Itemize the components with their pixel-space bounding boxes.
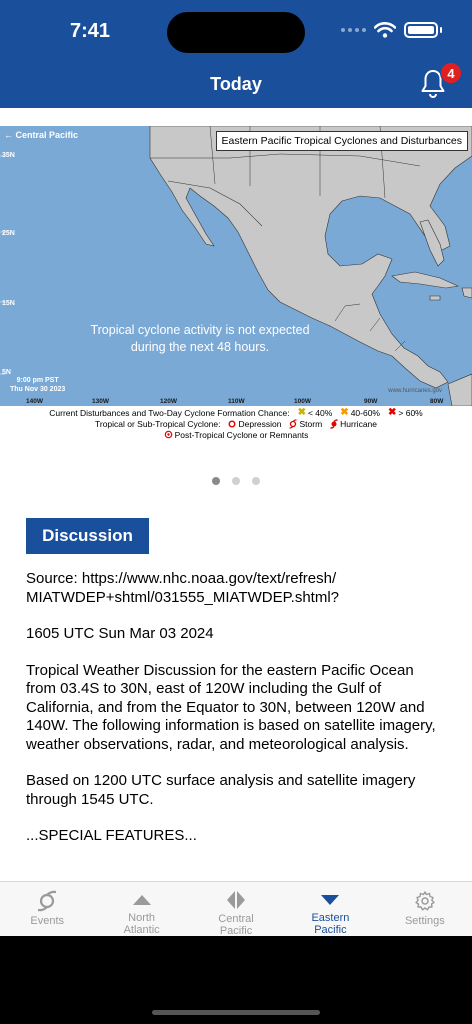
map-title: Eastern Pacific Tropical Cyclones and Di… [215, 131, 468, 151]
map-land-outline [0, 126, 472, 406]
map-message-line: during the next 48 hours. [130, 340, 270, 354]
tab-north-atlantic[interactable]: North Atlantic [94, 882, 188, 936]
tab-label: Central Pacific [218, 913, 254, 936]
map-time-line: 9:00 pm PST [16, 377, 59, 384]
legend-medium-label: 40-60% [350, 407, 380, 418]
map-legend: Current Disturbances and Two-Day Cyclone… [0, 407, 472, 440]
legend-high: ✖ > 60% [388, 407, 423, 418]
page-indicator[interactable] [0, 477, 472, 485]
legend-hurricane-label: Hurricane [340, 418, 378, 429]
map-timestamp: 9:00 pm PST Thu Nov 30 2023 [10, 376, 65, 394]
lon-label: 110W [228, 398, 245, 405]
page-title: Today [210, 74, 262, 94]
discussion-paragraph: 1605 UTC Sun Mar 03 2024 [26, 625, 214, 642]
lon-label: 140W [26, 398, 43, 405]
battery-icon [404, 22, 438, 38]
battery-nub [440, 27, 442, 33]
cellular-signal-icon [341, 28, 366, 32]
lat-label: 35N [2, 152, 15, 159]
app-screen: 7:41 Today 4 ← Central Pacific Eastern P… [0, 0, 472, 936]
lon-label: 80W [430, 398, 444, 405]
discussion-paragraph: Source: https://www.nhc.noaa.gov/text/re… [26, 570, 340, 606]
header: 7:41 Today 4 [0, 0, 472, 108]
legend-row-disturbances: Current Disturbances and Two-Day Cyclone… [0, 407, 472, 418]
tab-label: Eastern Pacific [311, 912, 350, 936]
page-dot-active[interactable] [212, 477, 220, 485]
lat-label: 15N [2, 300, 15, 307]
hurricane-icon [330, 418, 338, 429]
tab-label: Events [30, 915, 65, 927]
legend-row-cyclones: Tropical or Sub-Tropical Cyclone: Depres… [0, 418, 472, 429]
discussion-paragraph: Based on 1200 UTC surface analysis and s… [26, 772, 416, 808]
diamond-split-icon [226, 890, 246, 910]
legend-label: Current Disturbances and Two-Day Cyclone… [49, 407, 290, 418]
legend-medium: ✖ 40-60% [340, 407, 380, 418]
map-region-link[interactable]: ← Central Pacific [4, 130, 78, 140]
legend-storm: Storm [289, 419, 322, 429]
legend-low-label: < 40% [307, 407, 333, 418]
legend-high-label: > 60% [398, 407, 423, 418]
legend-label: Tropical or Sub-Tropical Cyclone: [94, 418, 221, 429]
discussion-paragraph: ...SPECIAL FEATURES... [26, 827, 197, 844]
tab-label: Settings [404, 915, 445, 927]
tab-events[interactable]: Events [0, 882, 94, 936]
lon-label: 120W [160, 398, 177, 405]
page-dot[interactable] [252, 477, 260, 485]
cyclone-map[interactable]: ← Central Pacific Eastern Pacific Tropic… [0, 126, 472, 406]
legend-depression-label: Depression [238, 418, 282, 429]
status-icons [341, 22, 442, 38]
lon-label: 90W [364, 398, 378, 405]
map-message-line: Tropical cyclone activity is not expecte… [90, 323, 310, 337]
home-indicator[interactable] [152, 1010, 320, 1015]
lat-label: 5N [2, 369, 11, 376]
tab-label: North Atlantic [123, 912, 160, 936]
map-date-line: Thu Nov 30 2023 [10, 386, 66, 393]
status-time: 7:41 [70, 20, 111, 42]
legend-row-post-tropical: Post-Tropical Cyclone or Remnants [0, 429, 472, 440]
tab-eastern-pacific[interactable]: Eastern Pacific [283, 882, 377, 936]
post-tropical-icon [164, 430, 172, 439]
gear-icon [414, 890, 436, 912]
legend-post-tropical: Post-Tropical Cyclone or Remnants [164, 429, 309, 440]
lon-label: 100W [294, 398, 311, 405]
legend-depression: Depression [228, 419, 281, 429]
lat-label: 25N [2, 230, 15, 237]
orange-x-icon: ✖ [340, 407, 349, 418]
triangle-up-icon [132, 890, 152, 909]
tab-settings[interactable]: Settings [378, 882, 472, 936]
legend-post-tropical-label: Post-Tropical Cyclone or Remnants [174, 429, 309, 440]
notification-badge[interactable]: 4 [440, 62, 462, 84]
depression-icon [228, 420, 236, 427]
storm-icon [289, 418, 298, 429]
discussion-text: Source: https://www.nhc.noaa.gov/text/re… [26, 570, 446, 882]
page-dot[interactable] [232, 477, 240, 485]
tab-bar: Events North Atlantic Central Pacific Ea… [0, 881, 472, 936]
triangle-down-icon [320, 890, 340, 909]
red-x-icon: ✖ [388, 407, 397, 418]
map-site-credit: www.hurricanes.gov [388, 388, 442, 394]
wifi-icon [374, 22, 396, 38]
legend-storm-label: Storm [299, 418, 323, 429]
dynamic-island [167, 12, 305, 53]
hurricane-symbol-icon [36, 890, 58, 912]
lon-label: 130W [92, 398, 109, 405]
legend-hurricane: Hurricane [330, 419, 377, 429]
legend-low: ✖ < 40% [298, 407, 333, 418]
map-message: Tropical cyclone activity is not expecte… [60, 322, 340, 356]
discussion-paragraph: Tropical Weather Discussion for the east… [26, 661, 436, 753]
discussion-button[interactable]: Discussion [26, 518, 149, 554]
tab-central-pacific[interactable]: Central Pacific [189, 882, 283, 936]
yellow-x-icon: ✖ [297, 407, 306, 418]
